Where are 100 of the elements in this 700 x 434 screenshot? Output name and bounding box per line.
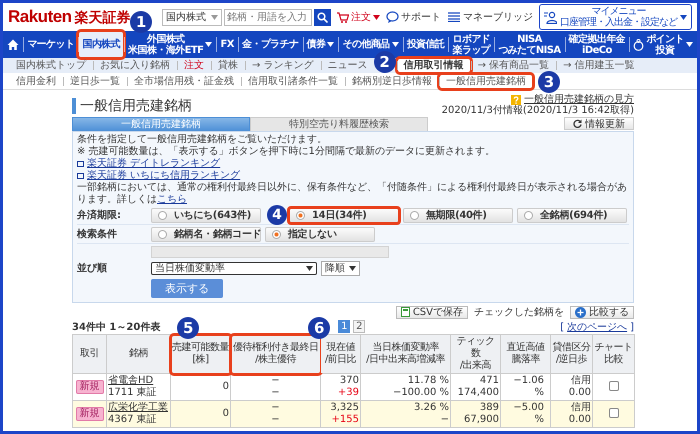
- page-link[interactable]: 1: [338, 320, 350, 333]
- nav-item[interactable]: ロボアド 楽ラップ: [448, 31, 494, 58]
- table-cell-text: 471: [478, 375, 499, 387]
- column-header: 直近高値 騰落率: [506, 342, 546, 366]
- table-cell-text: −: [440, 414, 449, 426]
- subnav-link[interactable]: 全市場信用残・証金残: [127, 74, 241, 88]
- subnav-link[interactable]: 信用金利: [9, 74, 63, 88]
- page-title: 一般信用売建銘柄: [80, 97, 192, 115]
- stock-code: 4367 東証: [108, 414, 158, 426]
- number-badge: 4: [267, 205, 287, 225]
- header-link[interactable]: マネーブリッジ: [463, 10, 533, 24]
- table-cell-text: 174,400: [456, 387, 499, 399]
- subnav-link[interactable]: ニュース: [320, 58, 375, 73]
- number-badge: 3: [538, 70, 560, 92]
- table-cell-text: 3.26 %: [413, 402, 449, 414]
- stock-code: 1711 東証: [108, 387, 158, 399]
- filter-label: 検索条件: [77, 228, 118, 240]
- compare-icon: [575, 306, 586, 318]
- logo-text[interactable]: 楽天証券: [74, 9, 131, 27]
- result-count: 34件中 1～20件表: [72, 320, 160, 334]
- column-header: 優待権利付き最終日 /株主優待: [232, 342, 319, 366]
- nav-item[interactable]: 投資信託: [402, 31, 448, 58]
- text-field[interactable]: [151, 246, 389, 258]
- radio-option[interactable]: 指定しない: [265, 227, 375, 242]
- nav-item[interactable]: 債券: [302, 31, 338, 58]
- cart-icon: [337, 12, 349, 22]
- subnav-link[interactable]: 国内株式トップ: [9, 58, 93, 73]
- checkbox[interactable]: [608, 408, 618, 418]
- number-badge: 6: [308, 317, 330, 339]
- new-order-button[interactable]: 新規: [76, 407, 104, 421]
- table-cell-text: 3,325: [329, 402, 359, 414]
- notice-text: 一部銘柄においては、通常の権利付最終日以外に、保有条件など、「付随条件」による権利付最終日が表示される場合があります。詳しくはこちら: [77, 182, 628, 206]
- subnav-link[interactable]: → 信用建玉一覧: [556, 58, 642, 73]
- ranking-link[interactable]: 楽天証券 いちにち信用ランキング: [87, 170, 240, 182]
- column-header: 取引: [79, 348, 100, 360]
- subnav-link[interactable]: 一般信用売建銘柄: [439, 74, 533, 88]
- column-header: 銘柄: [128, 348, 149, 360]
- nav-item[interactable]: FX: [216, 31, 238, 58]
- next-page-link[interactable]: [ 次のページへ ]: [560, 320, 634, 334]
- coin-icon: [633, 38, 644, 50]
- nav-item[interactable]: NISA つみたてNISA: [494, 31, 565, 58]
- number-badge: 2: [374, 51, 396, 73]
- search-icon: [317, 12, 328, 22]
- search-field[interactable]: 銘柄・用語を入力: [224, 8, 312, 26]
- radio-option[interactable]: 全銘柄(694件): [517, 208, 627, 223]
- filter-label: 並び順: [77, 262, 108, 274]
- ranking-link[interactable]: 楽天証券 デイトレランキング: [87, 158, 220, 170]
- nav-item[interactable]: 確定拠出年金 iDeCo: [564, 31, 630, 58]
- radio-option[interactable]: 14日(34件): [289, 208, 399, 223]
- nav-item[interactable]: 金・プラチナ: [238, 31, 302, 58]
- filter-label: 弁済期限:: [77, 210, 122, 222]
- subnav-link[interactable]: 貸株: [211, 58, 245, 73]
- radio-option[interactable]: 銘柄名・銘柄コード: [151, 227, 261, 242]
- header-link[interactable]: 注文: [351, 10, 371, 24]
- search-scope-select[interactable]: 国内株式: [162, 8, 222, 26]
- subnav-link[interactable]: 銘柄別逆日歩情報: [345, 74, 439, 88]
- radio-option[interactable]: いちにち(643件): [151, 208, 261, 223]
- nav-item[interactable]: ポイント 投資: [629, 31, 697, 58]
- table-cell-text: 67,900: [463, 414, 499, 426]
- page-link[interactable]: 2: [353, 320, 366, 333]
- subnav-link[interactable]: → 保有商品一覧: [470, 58, 556, 73]
- sort-order-select[interactable]: 降順: [321, 261, 360, 276]
- radio-option[interactable]: 無期限(40件): [403, 208, 513, 223]
- search-button[interactable]: [314, 8, 331, 26]
- stock-name-link[interactable]: 広栄化学工業: [108, 402, 169, 414]
- details-link[interactable]: こちら: [157, 194, 187, 205]
- nav-item[interactable]: マーケット: [23, 31, 78, 58]
- subnav-link[interactable]: 信用取引情報: [396, 58, 471, 73]
- spreadsheet-icon: [400, 307, 410, 317]
- home-icon: [7, 39, 20, 50]
- sort-field-select[interactable]: 当日株価変動率: [151, 262, 317, 275]
- header-link[interactable]: サポート: [401, 10, 441, 24]
- my-menu-button[interactable]: マイメニュー 口座管理・入出金・設定など: [539, 4, 692, 30]
- subnav-link[interactable]: 逆日歩一覧: [63, 74, 127, 88]
- caret-icon: [306, 266, 313, 271]
- number-badge: 5: [177, 317, 199, 339]
- nav-item[interactable]: 外国株式 米国株・海外ETF: [124, 31, 216, 58]
- csv-button[interactable]: CSVで保存: [396, 306, 468, 318]
- column-header: 当日株価変動率 /日中出来高増減率: [365, 342, 446, 366]
- compare-button[interactable]: 比較する: [570, 306, 634, 318]
- subnav-link[interactable]: 信用取引諸条件一覧: [241, 74, 345, 88]
- table-cell-text: 0: [222, 381, 229, 393]
- column-header: 売建可能数量 [株]: [172, 342, 229, 366]
- tab[interactable]: 特別空売り料履歴検索: [250, 117, 428, 131]
- caret-icon: [680, 14, 687, 20]
- help-link[interactable]: 一般信用売建銘柄の見方: [524, 94, 634, 105]
- new-order-button[interactable]: 新規: [76, 380, 104, 394]
- number-badge: 1: [130, 11, 152, 33]
- refresh-button[interactable]: 情報更新: [564, 117, 634, 130]
- subnav-link[interactable]: 注文: [177, 58, 211, 73]
- checkbox[interactable]: [608, 381, 618, 392]
- stock-name-link[interactable]: 省電舎HD: [108, 375, 169, 387]
- price-change: +39: [336, 387, 359, 399]
- help-icon: [511, 94, 521, 104]
- note-text: ※ 売建可能数量は、「表示する」ボタンを押下時に1分間隔で最新のデータに更新されます。: [77, 146, 496, 158]
- logo-text[interactable]: Rakuten: [8, 7, 72, 27]
- nav-item[interactable]: 国内株式: [78, 31, 124, 58]
- subnav-link[interactable]: → ランキング: [245, 58, 321, 73]
- subnav-link[interactable]: お気に入り銘柄: [93, 58, 177, 73]
- table-cell-text: −1.06 %: [512, 375, 544, 399]
